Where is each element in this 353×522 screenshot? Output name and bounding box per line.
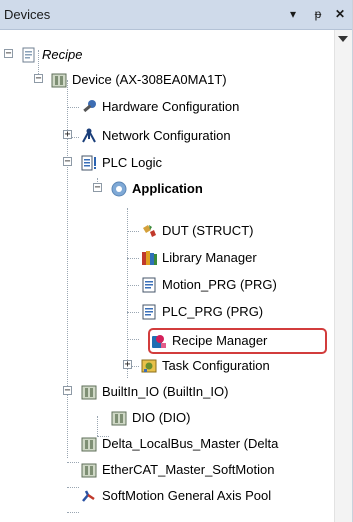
collapse-toggle[interactable]: − bbox=[63, 386, 72, 396]
application-gear-icon bbox=[110, 180, 128, 198]
collapse-toggle[interactable]: − bbox=[4, 49, 13, 59]
tree-item-dut[interactable]: DUT (STRUCT) bbox=[0, 220, 335, 242]
tree-item-motion-prg[interactable]: Motion_PRG (PRG) bbox=[0, 274, 335, 296]
tree-item-ethercat-master[interactable]: EtherCAT_Master_SoftMotion bbox=[0, 459, 335, 481]
program-document-icon bbox=[140, 303, 158, 321]
collapse-toggle[interactable]: − bbox=[93, 183, 102, 193]
tree-item-label: Device (AX-308EA0MA1T) bbox=[72, 72, 227, 87]
tree-item-application[interactable]: − Application bbox=[0, 178, 335, 200]
panel-titlebar: Devices ▾ ᵽ ✕ bbox=[0, 0, 352, 30]
tree-item-label: Task Configuration bbox=[162, 358, 270, 373]
task-configuration-icon bbox=[140, 357, 158, 375]
tree-item-label: SoftMotion General Axis Pool bbox=[102, 488, 272, 503]
tree-item-device[interactable]: − Device (AX-308EA0MA1T) bbox=[0, 69, 335, 91]
tree-item-label: Network Configuration bbox=[102, 128, 231, 143]
tree-item-task-configuration[interactable]: + Task Configuration bbox=[0, 355, 335, 377]
io-module-icon bbox=[80, 435, 98, 453]
tree-item-label: Library Manager bbox=[162, 250, 257, 265]
collapse-toggle[interactable]: − bbox=[63, 157, 72, 167]
plc-logic-icon bbox=[80, 154, 98, 172]
tree-item-localbus-master[interactable]: Delta_LocalBus_Master (Delta bbox=[0, 433, 335, 455]
panel-title: Devices bbox=[4, 7, 51, 22]
tree-item-label: BuiltIn_IO (BuiltIn_IO) bbox=[102, 384, 229, 399]
recipe-manager-highlight bbox=[148, 328, 327, 354]
axis-pool-icon bbox=[80, 487, 98, 505]
io-module-icon bbox=[80, 383, 98, 401]
tree-item-label: PLC_PRG (PRG) bbox=[162, 304, 264, 319]
tree-item-label: DIO (DIO) bbox=[132, 410, 191, 425]
tree-item-label: Recipe bbox=[42, 47, 83, 62]
close-icon[interactable]: ✕ bbox=[332, 6, 348, 22]
scroll-down-arrow-icon[interactable] bbox=[338, 36, 348, 42]
project-icon bbox=[20, 46, 38, 64]
network-icon bbox=[80, 127, 98, 145]
tree-item-softmotion-axis-pool[interactable]: SoftMotion General Axis Pool bbox=[0, 485, 335, 507]
io-module-icon bbox=[80, 461, 98, 479]
program-document-icon bbox=[140, 276, 158, 294]
device-tree: − Recipe − Device (AX-308EA0MA1T) Hardwa… bbox=[0, 36, 335, 522]
tree-item-label: PLC Logic bbox=[102, 155, 162, 170]
expand-toggle[interactable]: + bbox=[63, 130, 72, 140]
expand-toggle[interactable]: + bbox=[123, 360, 132, 370]
tree-item-label: EtherCAT_Master_SoftMotion bbox=[102, 462, 275, 477]
wrench-icon bbox=[80, 98, 98, 116]
tree-item-plc-logic[interactable]: − PLC Logic bbox=[0, 152, 335, 174]
devices-panel: Devices ▾ ᵽ ✕ − Recipe − Device (AX-308E… bbox=[0, 0, 353, 522]
vertical-scrollbar[interactable] bbox=[334, 30, 352, 522]
tree-item-dio[interactable]: DIO (DIO) bbox=[0, 407, 335, 429]
tree-item-label: Delta_LocalBus_Master (Delta bbox=[102, 436, 279, 451]
tree-item-hardware-configuration[interactable]: Hardware Configuration bbox=[0, 96, 335, 118]
tree-item-network-configuration[interactable]: + Network Configuration bbox=[0, 125, 335, 147]
pin-icon[interactable]: ᵽ bbox=[310, 6, 326, 22]
collapse-toggle[interactable]: − bbox=[34, 74, 43, 84]
tree-item-label: Motion_PRG (PRG) bbox=[162, 277, 277, 292]
tree-item-library-manager[interactable]: Library Manager bbox=[0, 247, 335, 269]
tree-item-label: Application bbox=[132, 181, 203, 196]
tree-item-label: DUT (STRUCT) bbox=[162, 223, 254, 238]
io-module-icon bbox=[110, 409, 128, 427]
dut-icon bbox=[140, 222, 158, 240]
tree-item-label: Hardware Configuration bbox=[102, 99, 240, 114]
library-books-icon bbox=[140, 249, 158, 267]
device-icon bbox=[50, 71, 68, 89]
tree-item-plc-prg[interactable]: PLC_PRG (PRG) bbox=[0, 301, 335, 323]
tree-item-builtin-io[interactable]: − BuiltIn_IO (BuiltIn_IO) bbox=[0, 381, 335, 403]
dropdown-arrow-icon[interactable]: ▾ bbox=[285, 6, 301, 22]
tree-item-recipe-root[interactable]: − Recipe bbox=[0, 44, 335, 66]
